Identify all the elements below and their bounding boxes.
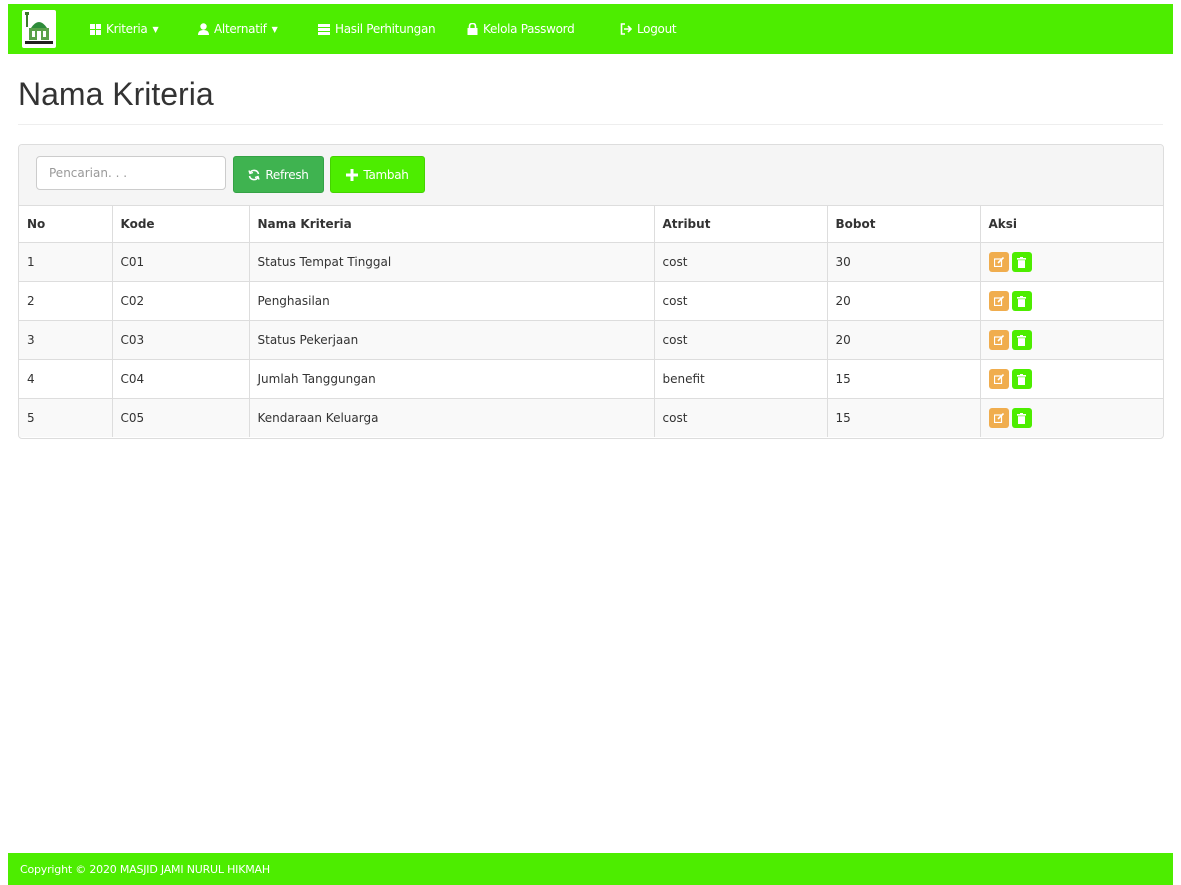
- top-navbar: Kriteria ▼ Alternatif ▼ Hasil Perhitunga…: [8, 4, 1173, 54]
- cell-aksi: [980, 398, 1163, 437]
- table-header-row: No Kode Nama Kriteria Atribut Bobot Aksi: [19, 205, 1163, 243]
- cell-atribut: cost: [654, 398, 828, 437]
- trash-icon: [1017, 334, 1026, 346]
- cell-bobot: 20: [827, 320, 981, 360]
- column-header-atribut: Atribut: [654, 205, 828, 243]
- nav-hasil-perhitungan[interactable]: Hasil Perhitungan: [318, 4, 436, 54]
- table-row: 5 C05 Kendaraan Keluarga cost 15: [19, 398, 1163, 437]
- cell-no: 4: [19, 359, 113, 399]
- cell-nama: Jumlah Tanggungan: [249, 359, 655, 399]
- cell-aksi: [980, 242, 1163, 282]
- refresh-button[interactable]: Refresh: [233, 156, 324, 193]
- nav-kelola-password[interactable]: Kelola Password: [467, 4, 575, 54]
- cell-no: 5: [19, 398, 113, 437]
- cell-kode: C04: [112, 359, 250, 399]
- edit-button[interactable]: [988, 369, 1009, 389]
- user-icon: [198, 23, 209, 35]
- cell-nama: Penghasilan: [249, 281, 655, 321]
- nav-kriteria-label: Kriteria: [106, 22, 148, 36]
- cell-no: 3: [19, 320, 113, 360]
- panel-toolbar: Refresh Tambah: [19, 145, 1163, 205]
- delete-button[interactable]: [1011, 252, 1032, 272]
- cell-kode: C01: [112, 242, 250, 282]
- table-row: 4 C04 Jumlah Tanggungan benefit 15: [19, 359, 1163, 399]
- cell-nama: Kendaraan Keluarga: [249, 398, 655, 437]
- column-header-no: No: [19, 205, 113, 243]
- nav-alternatif-label: Alternatif: [214, 22, 267, 36]
- cell-atribut: cost: [654, 320, 828, 360]
- copyright-text: Copyright © 2020 MASJID JAMI NURUL HIKMA…: [20, 862, 270, 876]
- edit-icon: [993, 374, 1004, 384]
- th-large-icon: [90, 23, 101, 35]
- table-row: 1 C01 Status Tempat Tinggal cost 30: [19, 242, 1163, 282]
- nav-logout-label: Logout: [637, 22, 677, 36]
- edit-icon: [993, 335, 1004, 345]
- cell-no: 2: [19, 281, 113, 321]
- cell-nama: Status Tempat Tinggal: [249, 242, 655, 282]
- title-divider: [18, 124, 1163, 125]
- cell-kode: C03: [112, 320, 250, 360]
- cell-kode: C05: [112, 398, 250, 437]
- cell-bobot: 15: [827, 359, 981, 399]
- edit-icon: [993, 257, 1004, 267]
- logout-icon: [620, 23, 632, 35]
- footer: Copyright © 2020 MASJID JAMI NURUL HIKMA…: [8, 853, 1173, 885]
- column-header-nama: Nama Kriteria: [249, 205, 655, 243]
- delete-button[interactable]: [1011, 369, 1032, 389]
- cell-no: 1: [19, 242, 113, 282]
- list-icon: [318, 23, 330, 35]
- trash-icon: [1017, 412, 1026, 424]
- cell-nama: Status Pekerjaan: [249, 320, 655, 360]
- nav-logout[interactable]: Logout: [620, 4, 677, 54]
- edit-button[interactable]: [988, 252, 1009, 272]
- plus-icon: [346, 168, 359, 181]
- edit-icon: [993, 413, 1004, 423]
- add-button[interactable]: Tambah: [330, 156, 425, 193]
- edit-icon: [993, 296, 1004, 306]
- refresh-label: Refresh: [265, 167, 309, 182]
- nav-password-label: Kelola Password: [483, 22, 575, 36]
- delete-button[interactable]: [1011, 408, 1032, 428]
- criteria-panel: Refresh Tambah No Kode Nama Kriteria Atr…: [18, 144, 1164, 439]
- mosque-logo-icon[interactable]: [22, 10, 56, 48]
- column-header-bobot: Bobot: [827, 205, 981, 243]
- column-header-kode: Kode: [112, 205, 250, 243]
- table-row: 2 C02 Penghasilan cost 20: [19, 281, 1163, 321]
- cell-atribut: cost: [654, 281, 828, 321]
- column-header-aksi: Aksi: [980, 205, 1163, 243]
- caret-down-icon: ▼: [271, 24, 278, 34]
- trash-icon: [1017, 295, 1026, 307]
- cell-bobot: 15: [827, 398, 981, 437]
- cell-atribut: benefit: [654, 359, 828, 399]
- cell-aksi: [980, 320, 1163, 360]
- delete-button[interactable]: [1011, 291, 1032, 311]
- criteria-table: No Kode Nama Kriteria Atribut Bobot Aksi…: [19, 205, 1163, 437]
- search-input[interactable]: [36, 156, 226, 190]
- nav-hasil-label: Hasil Perhitungan: [335, 22, 436, 36]
- trash-icon: [1017, 256, 1026, 268]
- cell-bobot: 30: [827, 242, 981, 282]
- table-row: 3 C03 Status Pekerjaan cost 20: [19, 320, 1163, 360]
- trash-icon: [1017, 373, 1026, 385]
- edit-button[interactable]: [988, 330, 1009, 350]
- add-label: Tambah: [363, 167, 409, 182]
- page-title: Nama Kriteria: [18, 76, 214, 112]
- delete-button[interactable]: [1011, 330, 1032, 350]
- caret-down-icon: ▼: [152, 24, 159, 34]
- cell-kode: C02: [112, 281, 250, 321]
- cell-aksi: [980, 359, 1163, 399]
- refresh-icon: [248, 169, 261, 181]
- edit-button[interactable]: [988, 408, 1009, 428]
- cell-aksi: [980, 281, 1163, 321]
- edit-button[interactable]: [988, 291, 1009, 311]
- nav-kriteria[interactable]: Kriteria ▼: [90, 4, 159, 54]
- cell-atribut: cost: [654, 242, 828, 282]
- lock-icon: [467, 23, 478, 35]
- nav-alternatif[interactable]: Alternatif ▼: [198, 4, 278, 54]
- cell-bobot: 20: [827, 281, 981, 321]
